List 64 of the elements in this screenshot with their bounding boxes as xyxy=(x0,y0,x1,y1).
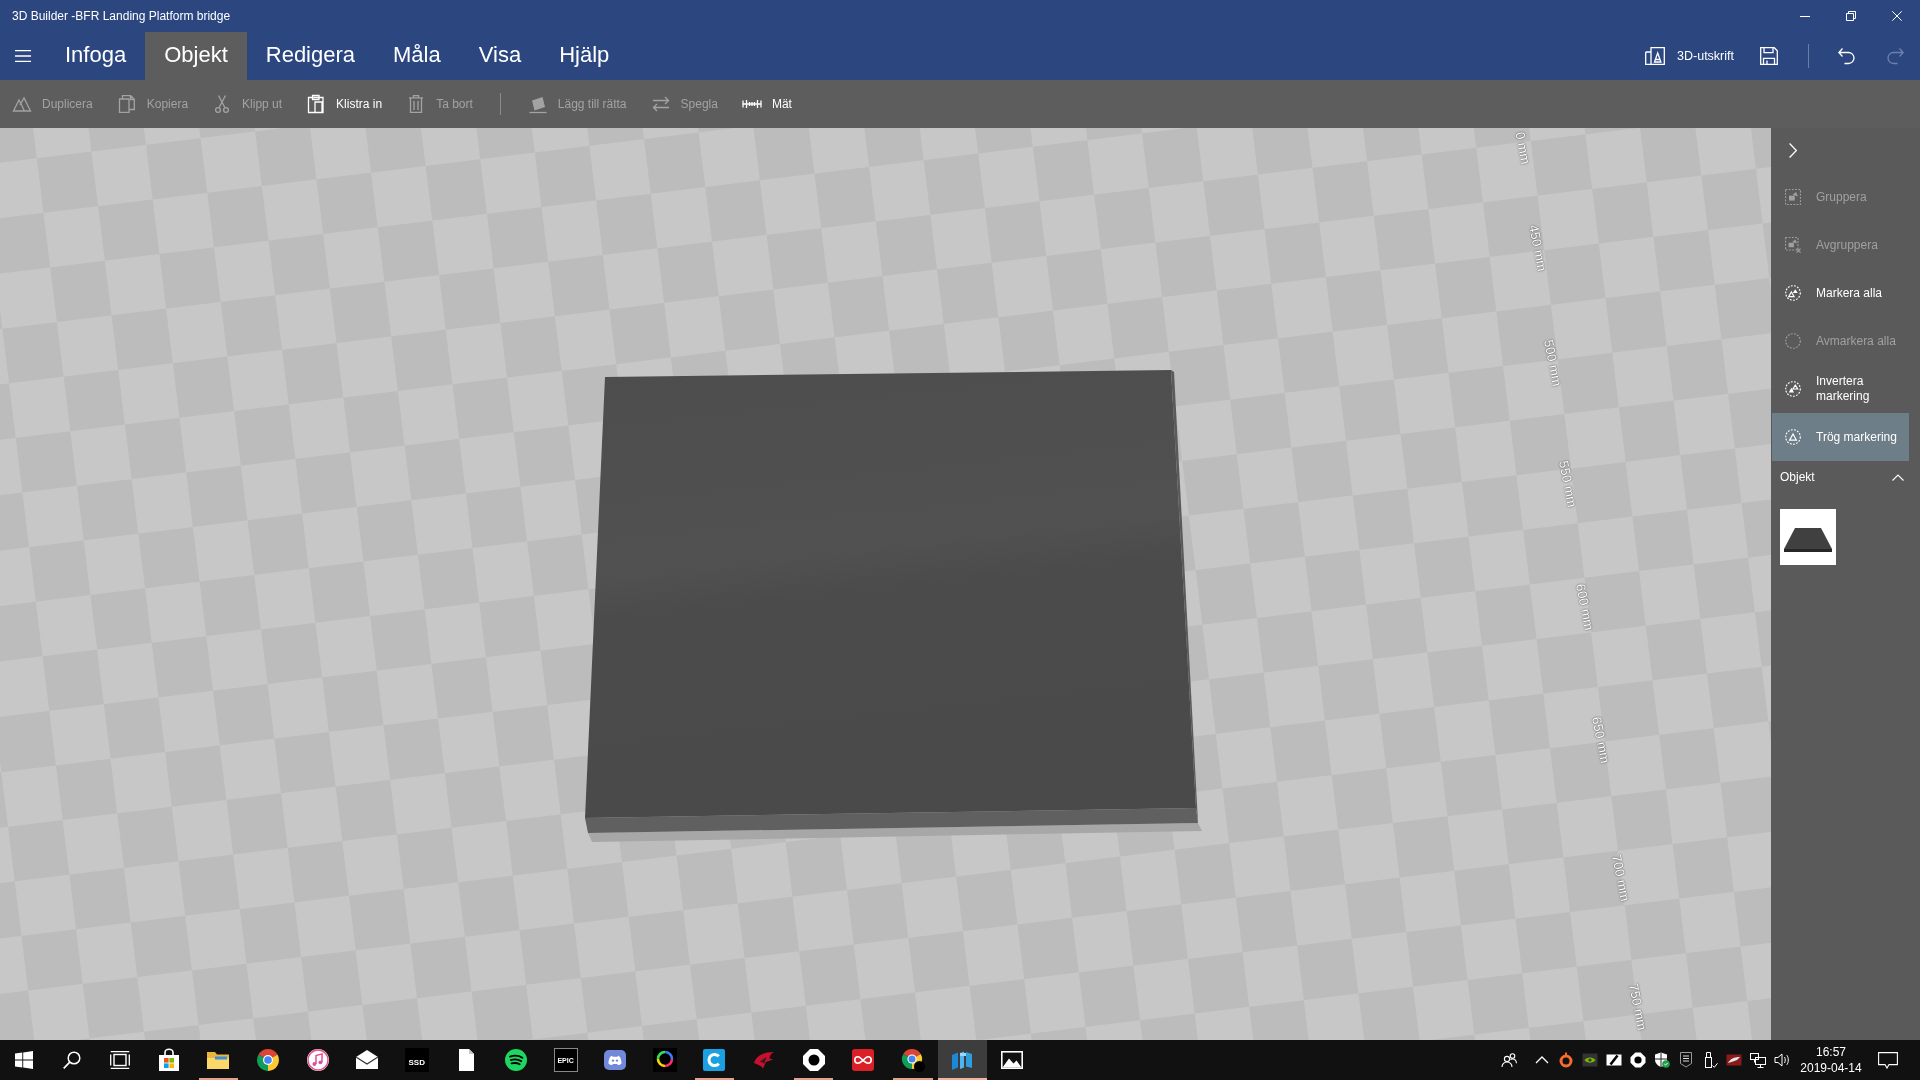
close-icon[interactable] xyxy=(1892,11,1902,21)
menu-icon[interactable] xyxy=(15,50,31,62)
notification-icon[interactable] xyxy=(1878,1051,1898,1069)
shield-tile-icon[interactable] xyxy=(1678,1052,1694,1068)
window-title: 3D Builder -BFR Landing Platform bridge xyxy=(12,9,231,23)
octagon-ring-icon[interactable] xyxy=(1630,1052,1646,1068)
music-note-icon[interactable] xyxy=(305,1048,330,1072)
opposite-arrows-icon xyxy=(650,94,671,114)
menu-tab[interactable]: Infoga xyxy=(46,32,146,80)
eye-tile-icon[interactable] xyxy=(1582,1052,1598,1068)
tilted-square-icon xyxy=(527,94,548,114)
restore-icon[interactable] xyxy=(1846,11,1856,21)
four-panes-icon[interactable] xyxy=(15,1051,33,1069)
picture-icon[interactable] xyxy=(999,1048,1024,1072)
section-title: Objekt xyxy=(1780,470,1815,484)
round-ring-icon[interactable] xyxy=(1558,1052,1574,1068)
ruler-label: 600 mm xyxy=(1573,582,1597,632)
window-stack-icon[interactable] xyxy=(110,1051,130,1069)
monitors-icon[interactable] xyxy=(1750,1052,1766,1068)
envelope-icon[interactable] xyxy=(355,1048,380,1072)
octagon-ring-icon[interactable] xyxy=(801,1048,826,1072)
copy-icon xyxy=(116,94,137,114)
menu-tab[interactable]: Redigera xyxy=(246,32,375,80)
undo-icon[interactable] xyxy=(1838,47,1856,65)
chevron-right-icon[interactable] xyxy=(1789,143,1797,158)
save-icon[interactable] xyxy=(1760,47,1778,65)
clock-date[interactable]: 2019-04-14 xyxy=(1800,1061,1862,1075)
framed-triangle-icon xyxy=(1645,47,1666,65)
speaker-icon[interactable] xyxy=(1774,1052,1790,1068)
usb-drive-icon[interactable] xyxy=(1702,1052,1718,1068)
loops-tile-icon[interactable] xyxy=(851,1048,876,1072)
dashed-circle-icon xyxy=(1785,333,1801,349)
tricolor-circle-icon[interactable] xyxy=(256,1048,280,1072)
clipboard-icon xyxy=(306,94,327,114)
arc-tile-icon[interactable] xyxy=(702,1048,727,1072)
emblem-icon[interactable] xyxy=(1726,1052,1742,1068)
measure-button[interactable]: Mät xyxy=(729,84,804,124)
menu-tab[interactable]: Måla xyxy=(374,32,460,80)
rainbow-ring-icon[interactable] xyxy=(652,1048,677,1072)
invert-button[interactable]: Invertera markering xyxy=(1772,365,1909,413)
slab-thumbnail[interactable] xyxy=(1780,509,1836,565)
search-icon[interactable] xyxy=(63,1051,81,1069)
shield-check-icon[interactable] xyxy=(1654,1052,1670,1068)
dashed-square-cross-icon xyxy=(1785,237,1801,253)
app-tile[interactable]: SSD xyxy=(404,1048,429,1072)
taskbar-button[interactable] xyxy=(937,1040,988,1080)
circle-waves-icon[interactable] xyxy=(503,1048,528,1072)
dashed-circle-shapes-icon xyxy=(1785,285,1801,301)
menu-tab[interactable]: Visa xyxy=(459,32,541,80)
shopping-bag-icon[interactable] xyxy=(156,1048,181,1072)
dashed-circle-shapes-icon xyxy=(1785,381,1801,397)
lazy-button[interactable]: Trög markering xyxy=(1772,413,1909,461)
menu-tab[interactable]: Objekt xyxy=(145,32,247,80)
controller-face-icon[interactable] xyxy=(603,1048,628,1072)
select-all-button[interactable]: Markera alla xyxy=(1772,269,1909,317)
clock-time[interactable]: 16:57 xyxy=(1816,1045,1846,1059)
people-icon[interactable] xyxy=(1501,1052,1517,1068)
slash-tile-icon[interactable] xyxy=(1606,1052,1622,1068)
menu-tab[interactable]: Hjälp xyxy=(540,32,629,80)
print-button[interactable]: 3D-utskrift xyxy=(1645,36,1734,76)
minimize-icon[interactable] xyxy=(1800,15,1810,17)
chevron-up-icon[interactable] xyxy=(1892,473,1904,481)
paste-button[interactable]: Klistra in xyxy=(294,84,395,124)
tricolor-circle-dot-icon[interactable] xyxy=(900,1048,925,1072)
